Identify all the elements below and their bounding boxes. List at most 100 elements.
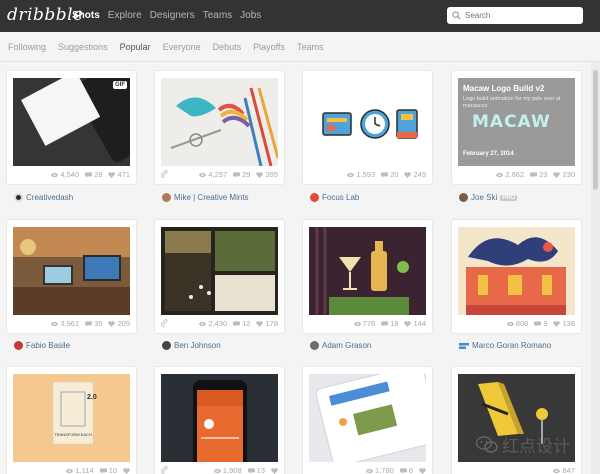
comment-icon [85,320,93,327]
comments-stat[interactable]: 13 [247,466,265,474]
comments-stat[interactable]: 29 [233,170,250,179]
avatar [162,193,171,202]
nav-jobs[interactable]: Jobs [240,10,261,21]
tab-following[interactable]: Following [8,42,46,52]
stamp-version: 2.0 [87,394,97,401]
shot-card[interactable]: 3,961 35 209 [7,220,136,333]
shot-author[interactable]: Ben Johnson [162,341,221,350]
search-input[interactable] [465,11,575,20]
shot-card[interactable]: 808 9 136 [452,220,581,333]
tab-teams[interactable]: Teams [297,42,324,52]
author-name[interactable]: Ben Johnson [174,341,221,350]
shot-thumbnail[interactable] [161,374,278,462]
shot-card[interactable]: 1,780 6 [303,367,432,474]
shot-thumbnail[interactable] [309,78,426,166]
likes-stat[interactable]: 144 [404,319,426,328]
likes-stat[interactable] [419,466,426,474]
watermark-text: 红点设计 [502,437,570,457]
comments-stat[interactable]: 12 [233,319,250,328]
views-count: 2,430 [208,319,228,328]
shot-author[interactable]: Mike | Creative Mints [162,193,249,202]
likes-stat[interactable] [271,466,278,474]
shot-card[interactable]: 4,297 29 395 [155,71,284,184]
shot-card[interactable]: Macaw Logo Build v2 Logo build animation… [452,71,581,184]
comments-stat[interactable]: 10 [99,466,117,474]
shot-card[interactable]: 1,593 20 249 [303,71,432,184]
views-stat: 1,780 [366,466,394,474]
author-name[interactable]: Adam Grason [322,341,371,350]
views-count: 776 [362,319,376,328]
heart-icon [123,467,130,474]
shot-author[interactable]: Creativedash [14,193,73,202]
shot-thumbnail[interactable]: Macaw Logo Build v2 Logo build animation… [458,78,575,166]
page-scrollbar[interactable] [591,62,600,474]
heart-icon [108,320,116,327]
comment-icon [233,320,241,327]
shot-author[interactable]: Marco Goran Romano [459,341,551,350]
comments-stat[interactable]: 6 [399,466,413,474]
likes-count: 471 [117,170,130,179]
author-name[interactable]: Fabio Basile [26,341,70,350]
comments-stat[interactable]: 23 [530,170,547,179]
shot-thumbnail[interactable] [13,227,130,315]
search-box[interactable] [447,7,583,24]
tab-everyone[interactable]: Everyone [163,42,201,52]
shot-card[interactable]: 1,908 13 [155,367,284,474]
shot-thumbnail[interactable]: GIF [13,78,130,166]
author-name[interactable]: Focus Lab [322,193,359,202]
likes-stat[interactable]: 249 [404,170,426,179]
author-name[interactable]: Marco Goran Romano [472,341,551,350]
shot-author[interactable]: Adam Grason [310,341,371,350]
shot-thumbnail[interactable] [161,78,278,166]
likes-stat[interactable] [123,466,130,474]
tab-popular[interactable]: Popular [120,42,151,52]
comments-stat[interactable]: 9 [534,319,547,328]
shot-author[interactable]: Fabio Basile [14,341,70,350]
gif-badge: GIF [113,81,127,89]
likes-count: 144 [413,319,426,328]
shot-thumbnail[interactable] [458,227,575,315]
shot-thumbnail[interactable] [309,227,426,315]
comments-stat[interactable]: 35 [85,319,102,328]
likes-stat[interactable]: 178 [256,319,278,328]
heart-icon [271,467,278,474]
tab-debuts[interactable]: Debuts [213,42,242,52]
scrollbar-thumb[interactable] [593,70,598,190]
tab-playoffs[interactable]: Playoffs [253,42,285,52]
likes-count: 230 [562,170,575,179]
comments-stat[interactable]: 29 [85,170,102,179]
shot-card[interactable]: 776 18 144 [303,220,432,333]
shot-author[interactable]: Joe Ski PRO [459,193,518,202]
views-count: 1,780 [375,466,394,474]
nav-teams[interactable]: Teams [203,10,232,21]
shot-stats: 1,780 6 [303,466,426,474]
shot-card[interactable]: 2.0 TRANSFORM EACH 1,114 10 [7,367,136,474]
likes-stat[interactable]: 471 [108,170,130,179]
likes-stat[interactable]: 230 [553,170,575,179]
shot-thumbnail[interactable] [161,227,278,315]
shot-card[interactable]: 2,430 12 178 [155,220,284,333]
comments-count: 20 [390,170,399,179]
author-name[interactable]: Joe Ski [471,193,497,202]
shot-card[interactable]: GIF 4,540 29 471 [7,71,136,184]
nav-designers[interactable]: Designers [150,10,195,21]
comments-stat[interactable]: 18 [381,319,398,328]
shot-author[interactable]: Focus Lab [310,193,359,202]
shot-card[interactable]: 847 [452,367,581,474]
author-name[interactable]: Creativedash [26,193,73,202]
comment-icon [530,171,538,178]
nav-shots[interactable]: Shots [72,10,100,21]
heart-icon [404,320,412,327]
likes-stat[interactable]: 395 [256,170,278,179]
author-name[interactable]: Mike | Creative Mints [174,193,249,202]
team-logo-icon [459,342,469,349]
likes-count: 178 [265,319,278,328]
filter-tabs: Following Suggestions Popular Everyone D… [8,42,324,52]
shot-thumbnail[interactable]: 2.0 TRANSFORM EACH [13,374,130,462]
shot-thumbnail[interactable] [309,374,426,462]
nav-explore[interactable]: Explore [108,10,142,21]
likes-stat[interactable]: 136 [553,319,575,328]
likes-stat[interactable]: 209 [108,319,130,328]
tab-suggestions[interactable]: Suggestions [58,42,108,52]
comments-stat[interactable]: 20 [381,170,398,179]
